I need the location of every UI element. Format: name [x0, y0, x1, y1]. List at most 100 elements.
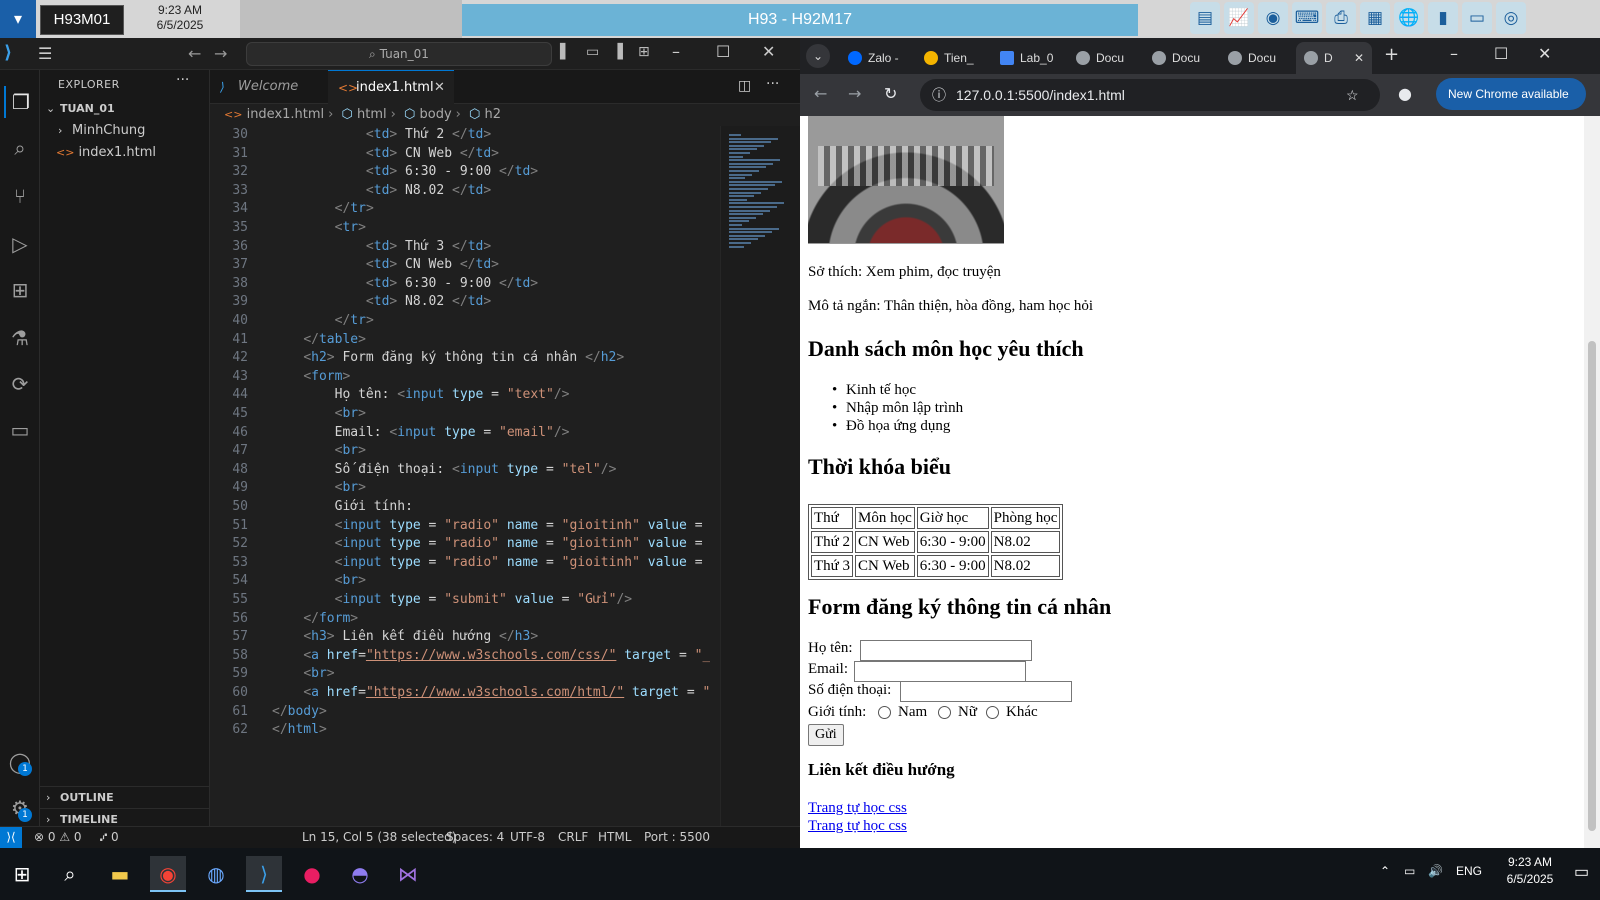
chrome-tab[interactable]: Docu: [1144, 42, 1220, 74]
folder-tuan01[interactable]: ⌄ TUAN_01: [40, 98, 210, 120]
code-line[interactable]: 58 <a href="https://www.w3schools.com/cs…: [210, 647, 710, 666]
table-icon[interactable]: ▦: [1360, 2, 1390, 34]
minimize-icon[interactable]: –: [672, 42, 680, 61]
outline-section[interactable]: › OUTLINE: [40, 786, 210, 808]
code-line[interactable]: 36 <td> Thứ 3 </td>: [210, 238, 710, 257]
code-line[interactable]: 47 <br>: [210, 442, 710, 461]
breadcrumb-item[interactable]: body: [419, 107, 451, 122]
profile-icon[interactable]: ●: [1398, 84, 1412, 103]
search-icon[interactable]: ⌕: [52, 856, 88, 892]
code-line[interactable]: 37 <td> CN Web </td>: [210, 256, 710, 275]
forward-arrow-icon[interactable]: →: [214, 44, 227, 63]
book-icon[interactable]: ▮: [1428, 2, 1458, 34]
command-search[interactable]: ⌕ Tuan_01: [246, 42, 552, 66]
forward-arrow-icon[interactable]: →: [848, 84, 861, 103]
language-status[interactable]: HTML: [598, 830, 631, 844]
keyboard-icon[interactable]: ⌨: [1292, 2, 1322, 34]
ports-status[interactable]: ⑇ 0: [100, 830, 119, 844]
app-icon[interactable]: ●: [294, 856, 330, 892]
settings-gear-icon[interactable]: ⚙ 1: [4, 792, 36, 824]
taskbar-clock[interactable]: 9:23 AM 6/5/2025: [1490, 854, 1570, 888]
eol-status[interactable]: CRLF: [558, 830, 588, 844]
tree-item-minhchung[interactable]: › MinhChung: [40, 120, 210, 142]
minimap[interactable]: [720, 126, 800, 826]
maximize-icon[interactable]: ☐: [1494, 44, 1508, 63]
more-actions-icon[interactable]: ···: [766, 76, 779, 92]
back-arrow-icon[interactable]: ←: [188, 44, 201, 63]
back-arrow-icon[interactable]: ←: [814, 84, 827, 103]
disc-icon[interactable]: ◉: [1258, 2, 1288, 34]
lifebuoy-icon[interactable]: ◎: [1496, 2, 1526, 34]
chrome-tab[interactable]: Tien_: [916, 42, 992, 74]
chrome-tab[interactable]: Zalo -: [840, 42, 916, 74]
bookmark-star-icon[interactable]: ☆: [1346, 79, 1359, 111]
code-line[interactable]: 41 </table>: [210, 331, 710, 350]
printer-icon[interactable]: ⎙: [1326, 2, 1356, 34]
code-line[interactable]: 31 <td> CN Web </td>: [210, 145, 710, 164]
account-icon[interactable]: ◯ 1: [4, 746, 36, 778]
code-line[interactable]: 54 <br>: [210, 572, 710, 591]
code-line[interactable]: 61 </body>: [210, 703, 710, 722]
chrome-tab[interactable]: Lab_0: [992, 42, 1068, 74]
code-line[interactable]: 52 <input type = "radio" name = "gioitin…: [210, 535, 710, 554]
tab-search-icon[interactable]: ⌄: [806, 44, 830, 68]
code-line[interactable]: 30 <td> Thứ 2 </td>: [210, 126, 710, 145]
toggle-panel-icon[interactable]: ▭: [586, 44, 599, 60]
minimize-icon[interactable]: –: [1450, 44, 1458, 63]
extensions-icon[interactable]: ⊞: [4, 274, 36, 306]
submit-button[interactable]: Gửi: [808, 724, 844, 746]
scrollbar-thumb[interactable]: [1588, 341, 1596, 831]
new-chrome-button[interactable]: New Chrome available ⋮: [1436, 78, 1586, 133]
file-explorer-icon[interactable]: ▬: [102, 856, 138, 892]
tree-item-index1[interactable]: <> index1.html: [40, 142, 210, 164]
testing-icon[interactable]: ⚗: [4, 322, 36, 354]
encoding-status[interactable]: UTF-8: [510, 830, 545, 844]
breadcrumb-item[interactable]: index1.html: [247, 107, 325, 122]
chrome-icon[interactable]: ◉: [150, 856, 186, 892]
remote-indicator-icon[interactable]: ⟩⟨: [0, 827, 22, 848]
code-line[interactable]: 51 <input type = "radio" name = "gioitin…: [210, 517, 710, 536]
eclipse-icon[interactable]: ◓: [342, 856, 378, 892]
code-line[interactable]: 59 <br>: [210, 665, 710, 684]
code-line[interactable]: 43 <form>: [210, 368, 710, 387]
code-line[interactable]: 55 <input type = "submit" value = "Gửi"/…: [210, 591, 710, 610]
chrome-tab[interactable]: Docu: [1220, 42, 1296, 74]
explorer-icon[interactable]: ❐: [4, 86, 36, 118]
remote-icon[interactable]: ⟳: [4, 368, 36, 400]
page-scrollbar[interactable]: [1584, 116, 1600, 848]
maximize-icon[interactable]: ☐: [716, 42, 730, 61]
lock-icon[interactable]: ▤: [1190, 2, 1220, 34]
close-tab-icon[interactable]: ✕: [434, 71, 445, 105]
code-line[interactable]: 34 </tr>: [210, 200, 710, 219]
breadcrumb-item[interactable]: html: [357, 107, 387, 122]
code-line[interactable]: 48 Số điện thoại: <input type = "tel"/>: [210, 461, 710, 480]
toggle-sidebar-icon[interactable]: ▌: [560, 44, 571, 60]
code-line[interactable]: 42 <h2> Form đăng ký thông tin cá nhân <…: [210, 349, 710, 368]
tab-welcome[interactable]: ⟩ Welcome: [210, 70, 328, 104]
menu-icon[interactable]: ☰: [38, 44, 52, 63]
code-line[interactable]: 62 </html>: [210, 721, 710, 740]
network-icon[interactable]: ▭: [1404, 864, 1415, 878]
address-bar[interactable]: ⓘ 127.0.0.1:5500/index1.html ☆: [920, 79, 1380, 111]
source-control-icon[interactable]: ⑂: [4, 180, 36, 212]
gender-radio-khac[interactable]: [986, 706, 999, 719]
gender-radio-nam[interactable]: [878, 706, 891, 719]
phone-input[interactable]: [900, 681, 1072, 702]
chat-icon[interactable]: ▭: [1462, 2, 1492, 34]
code-line[interactable]: 46 Email: <input type = "email"/>: [210, 424, 710, 443]
code-line[interactable]: 32 <td> 6:30 - 9:00 </td>: [210, 163, 710, 182]
code-line[interactable]: 53 <input type = "radio" name = "gioitin…: [210, 554, 710, 573]
app-icon[interactable]: ◍: [198, 856, 234, 892]
code-line[interactable]: 44 Họ tên: <input type = "text"/>: [210, 386, 710, 405]
toggle-secondary-icon[interactable]: ▐: [612, 44, 623, 60]
volume-icon[interactable]: 🔊: [1428, 864, 1443, 878]
code-line[interactable]: 33 <td> N8.02 </td>: [210, 182, 710, 201]
run-debug-icon[interactable]: ▷: [4, 228, 36, 260]
code-line[interactable]: 45 <br>: [210, 405, 710, 424]
gender-radio-nu[interactable]: [938, 706, 951, 719]
problems-status[interactable]: ⊗ 0 ⚠ 0: [34, 830, 82, 844]
css-tutorial-link[interactable]: Trang tự học css: [808, 800, 907, 817]
close-icon[interactable]: ✕: [1538, 44, 1551, 63]
chat-icon[interactable]: ▭: [4, 414, 36, 446]
email-input[interactable]: [854, 661, 1026, 682]
